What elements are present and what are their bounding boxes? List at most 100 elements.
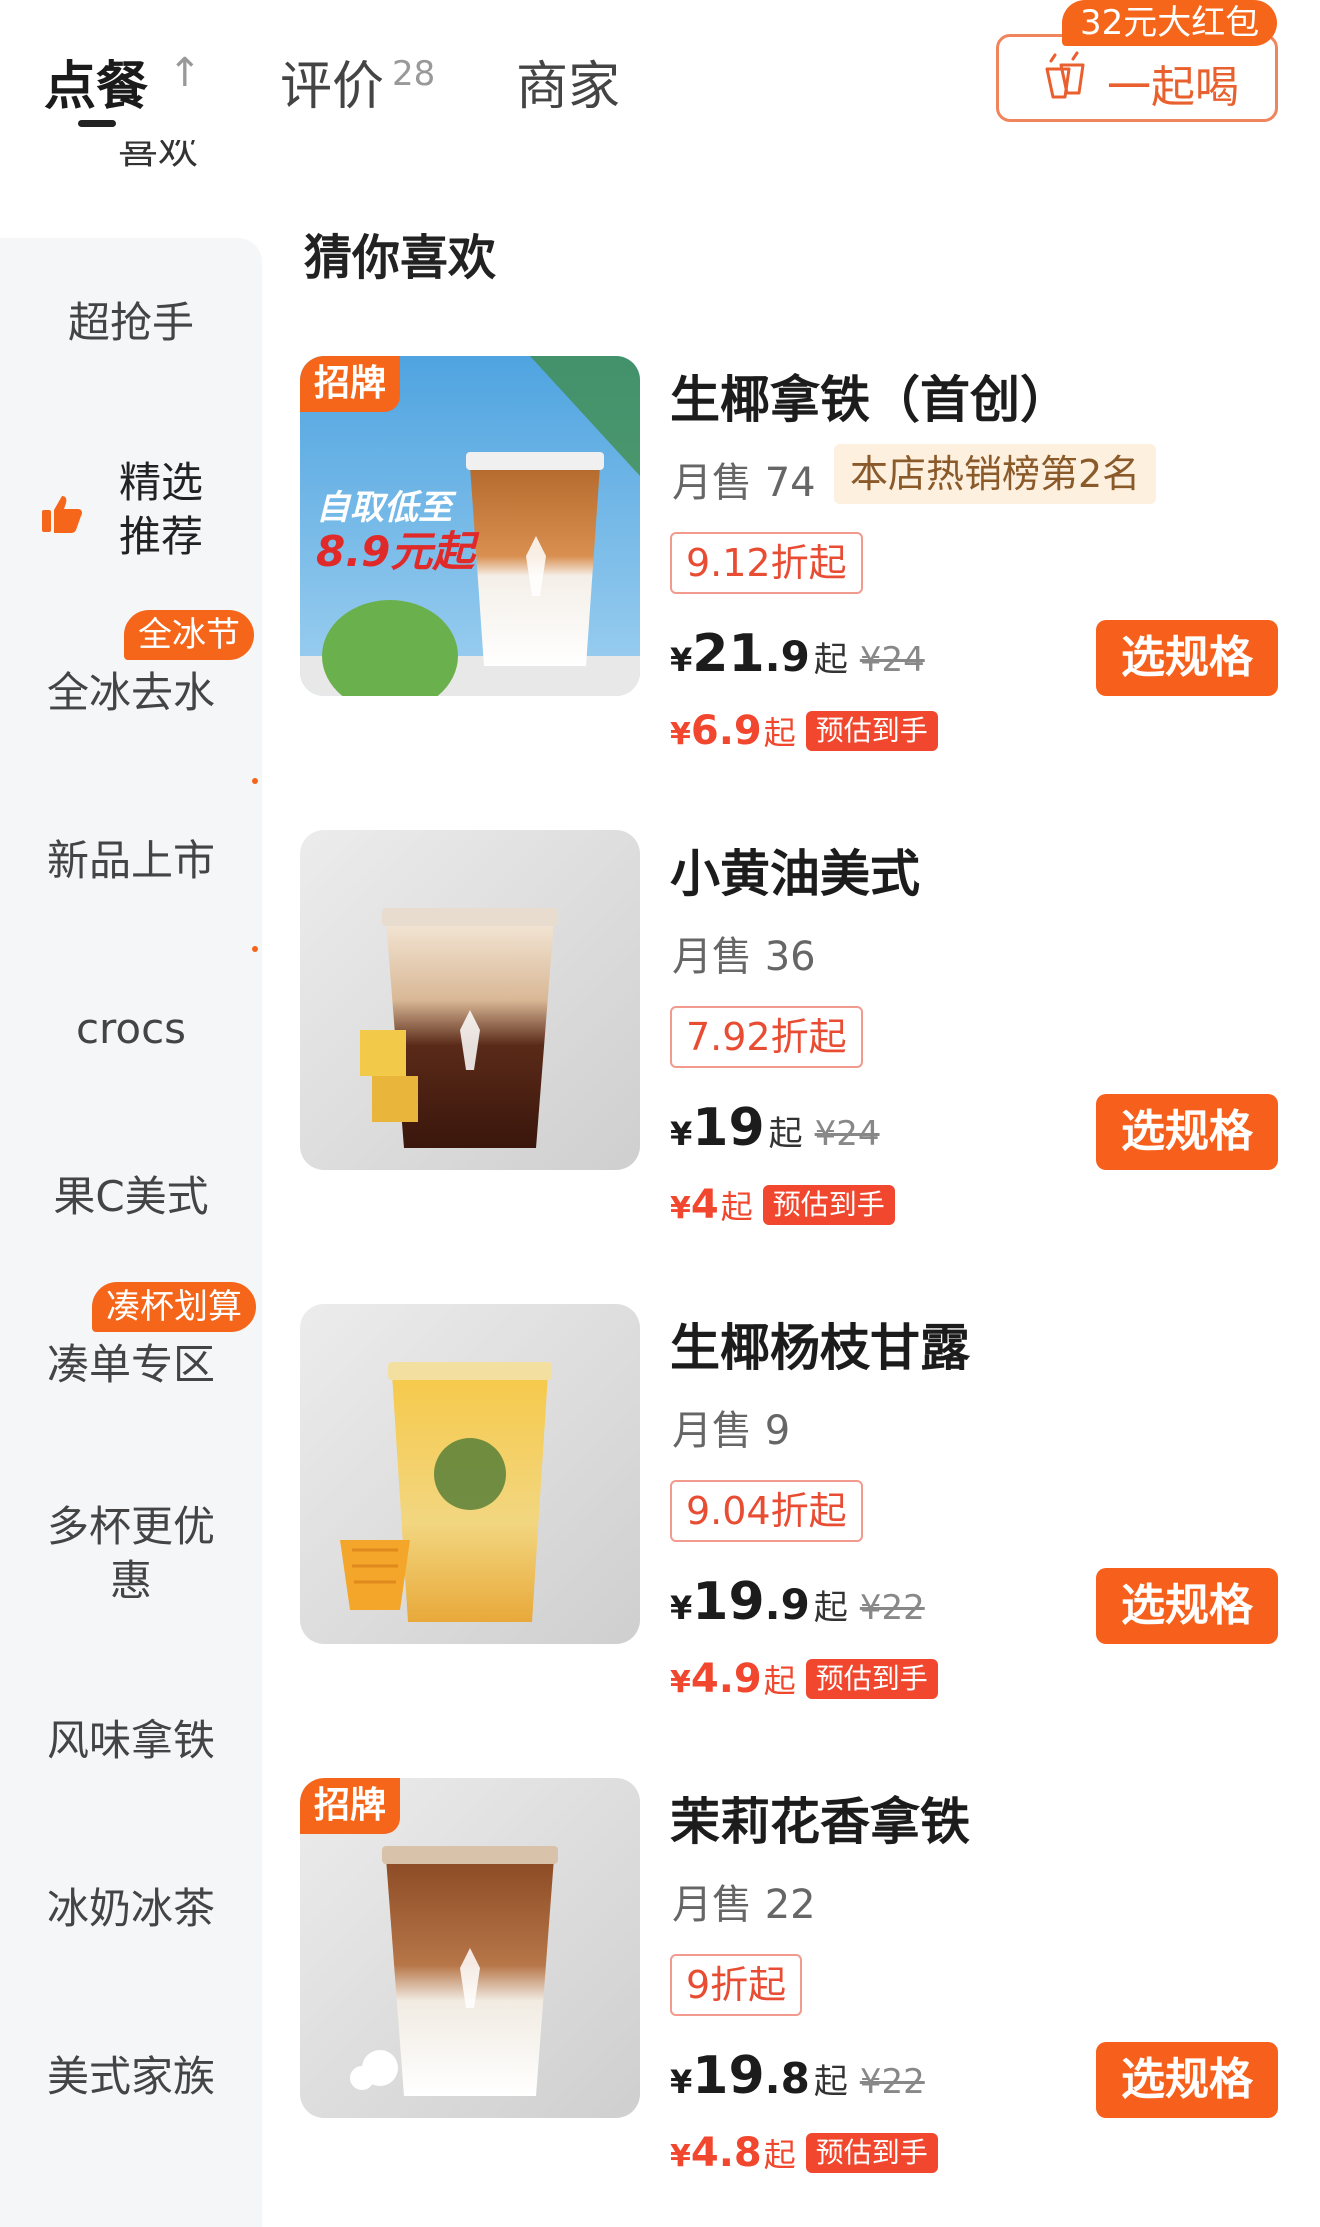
price: ¥21.9 起 ¥24 — [670, 624, 925, 684]
butter-americano-image — [300, 830, 640, 1170]
price-currency: ¥ — [670, 1589, 693, 1627]
estimated-price: ¥6.9起 预估到手 — [670, 708, 938, 754]
sidebar-item-multi-cup[interactable]: 多杯更优 惠 — [0, 1500, 262, 1608]
product-card[interactable]: 自取低至 8.9元起 招牌 生椰拿铁（首创） 月售 74 本店热销榜第2名 9.… — [300, 356, 1300, 830]
sidebar-item-featured[interactable]: 精选 推荐 — [0, 456, 262, 564]
price-integer: 19 — [692, 1572, 765, 1632]
original-price: ¥24 — [859, 640, 925, 680]
price: ¥19.9 起 ¥22 — [670, 1572, 925, 1632]
price-integer: 19 — [692, 2046, 765, 2106]
monthly-sales: 月售 22 — [672, 1882, 816, 1928]
monthly-sales: 月售 9 — [672, 1408, 791, 1454]
select-spec-button[interactable]: 选规格 — [1096, 620, 1278, 696]
sidebar-item-americano-family[interactable]: 美式家族 — [0, 2050, 262, 2104]
estimated-price: ¥4.8起 预估到手 — [670, 2130, 938, 2176]
discount-tag: 9.12折起 — [670, 532, 863, 594]
monthly-sales: 月售 36 — [672, 934, 816, 980]
product-card[interactable]: 生椰杨枝甘露 月售 9 9.04折起 ¥19.9 起 ¥22 ¥4.9起 预估到手 选… — [300, 1304, 1300, 1778]
sidebar-scrolled-label: 喜欢 — [118, 140, 198, 173]
promo-overlay: 自取低至 8.9元起 — [316, 486, 474, 574]
sidebar-item-label: 凑单专区 — [46, 1340, 215, 1389]
scroll-top-icon[interactable]: ↑ — [168, 50, 202, 96]
mango-pomelo-image — [300, 1304, 640, 1644]
sidebar-divider-dot — [252, 946, 258, 952]
group-drink-button[interactable]: 一起喝 — [996, 34, 1278, 122]
est-from: 起 — [763, 714, 796, 752]
est-from: 起 — [720, 1188, 753, 1226]
est-value: 4 — [690, 1182, 719, 1228]
red-packet-badge: 32元大红包 — [1062, 0, 1278, 46]
est-from: 起 — [763, 1662, 796, 1700]
product-image[interactable] — [300, 1304, 640, 1644]
sidebar-item-label-line1: 多杯更优 — [46, 1502, 215, 1551]
price-integer: 19 — [692, 1098, 765, 1158]
price-from: 起 — [813, 1588, 848, 1628]
price-decimal: .9 — [764, 1580, 810, 1629]
sidebar-item-label-line2: 推荐 — [118, 512, 203, 561]
sidebar-item-label: 全冰去水 — [46, 668, 215, 717]
est-from: 起 — [763, 2136, 796, 2174]
discount-tag: 7.92折起 — [670, 1006, 863, 1068]
sidebar-item-flavored-latte[interactable]: 风味拿铁 — [0, 1714, 262, 1768]
select-spec-button[interactable]: 选规格 — [1096, 2042, 1278, 2118]
price-currency: ¥ — [670, 1115, 693, 1153]
sidebar-item-hot[interactable]: 超抢手 — [0, 296, 262, 350]
product-image[interactable]: 招牌 — [300, 1778, 640, 2118]
select-spec-button[interactable]: 选规格 — [1096, 1094, 1278, 1170]
cups-icon — [1045, 51, 1085, 99]
sidebar-item-iced-milk-tea[interactable]: 冰奶冰茶 — [0, 1882, 262, 1936]
price-currency: ¥ — [670, 2063, 693, 2101]
section-title: 猜你喜欢 — [304, 230, 497, 286]
est-value: 4.9 — [690, 1656, 762, 1702]
sidebar-item-label: 果C美式 — [53, 1172, 209, 1221]
est-currency: ¥ — [670, 717, 691, 752]
price: ¥19.8 起 ¥22 — [670, 2046, 925, 2106]
sidebar-item-label: 多杯更优 惠 — [0, 1500, 262, 1608]
sidebar-item-full-ice[interactable]: 全冰去水 — [0, 666, 262, 720]
product-card[interactable]: 小黄油美式 月售 36 7.92折起 ¥19 起 ¥24 ¥4起 预估到手 选规格 — [300, 830, 1300, 1304]
product-name: 茉莉花香拿铁 — [670, 1793, 970, 1851]
product-image[interactable]: 自取低至 8.9元起 招牌 — [300, 356, 640, 696]
reviews-count: 28 — [392, 54, 436, 94]
sidebar-item-crocs[interactable]: crocs — [0, 1002, 262, 1056]
sidebar-badge-bundle: 凑杯划算 — [92, 1282, 256, 1332]
group-drink-label: 一起喝 — [1107, 62, 1239, 113]
tab-merchant[interactable]: 商家 — [516, 44, 620, 119]
signature-badge: 招牌 — [300, 356, 401, 412]
original-price: ¥24 — [814, 1114, 880, 1154]
estimated-price: ¥4起 预估到手 — [670, 1182, 895, 1228]
price-from: 起 — [813, 2062, 848, 2102]
product-name: 小黄油美式 — [670, 845, 920, 903]
top-tab-bar: 点餐 ↑ 评价 28 商家 一起喝 32元大红包 喜欢 — [0, 0, 1320, 170]
sidebar-item-label: 冰奶冰茶 — [46, 1884, 215, 1933]
tab-order[interactable]: 点餐 — [44, 44, 148, 119]
price: ¥19 起 ¥24 — [670, 1098, 880, 1158]
sidebar-item-label: crocs — [75, 1004, 187, 1053]
thumbs-up-icon — [42, 496, 82, 533]
price-decimal: .8 — [764, 2054, 810, 2103]
promo-text-line2: 8.9元起 — [316, 527, 475, 576]
sidebar-item-fruit-americano[interactable]: 果C美式 — [0, 1170, 262, 1224]
est-currency: ¥ — [670, 1191, 691, 1226]
sidebar-item-bundle[interactable]: 凑单专区 — [0, 1338, 262, 1392]
sidebar-item-new[interactable]: 新品上市 — [0, 834, 262, 888]
tab-reviews[interactable]: 评价 — [280, 44, 384, 119]
original-price: ¥22 — [859, 2062, 925, 2102]
discount-tag: 9.04折起 — [670, 1480, 863, 1542]
discount-tag: 9折起 — [670, 1954, 803, 2016]
est-currency: ¥ — [670, 2139, 691, 2174]
est-currency: ¥ — [670, 1665, 691, 1700]
active-tab-indicator — [78, 120, 116, 127]
sidebar-item-label-line1: 精选 — [118, 458, 203, 507]
rank-tag: 本店热销榜第2名 — [834, 444, 1157, 504]
est-tag: 预估到手 — [805, 2133, 938, 2173]
sidebar-item-label-line2: 惠 — [109, 1556, 152, 1605]
price-from: 起 — [813, 640, 848, 680]
category-sidebar: 超抢手 精选 推荐 全冰去水 全冰节 新品上市 crocs 果C美式 凑单专区 … — [0, 238, 262, 2227]
product-image[interactable] — [300, 830, 640, 1170]
select-spec-button[interactable]: 选规格 — [1096, 1568, 1278, 1644]
signature-badge: 招牌 — [300, 1778, 401, 1834]
sidebar-item-label: 风味拿铁 — [46, 1716, 215, 1765]
monthly-sales: 月售 74 — [672, 460, 816, 506]
product-card[interactable]: 招牌 茉莉花香拿铁 月售 22 9折起 ¥19.8 起 ¥22 ¥4.8起 预估到手 … — [300, 1778, 1300, 2227]
